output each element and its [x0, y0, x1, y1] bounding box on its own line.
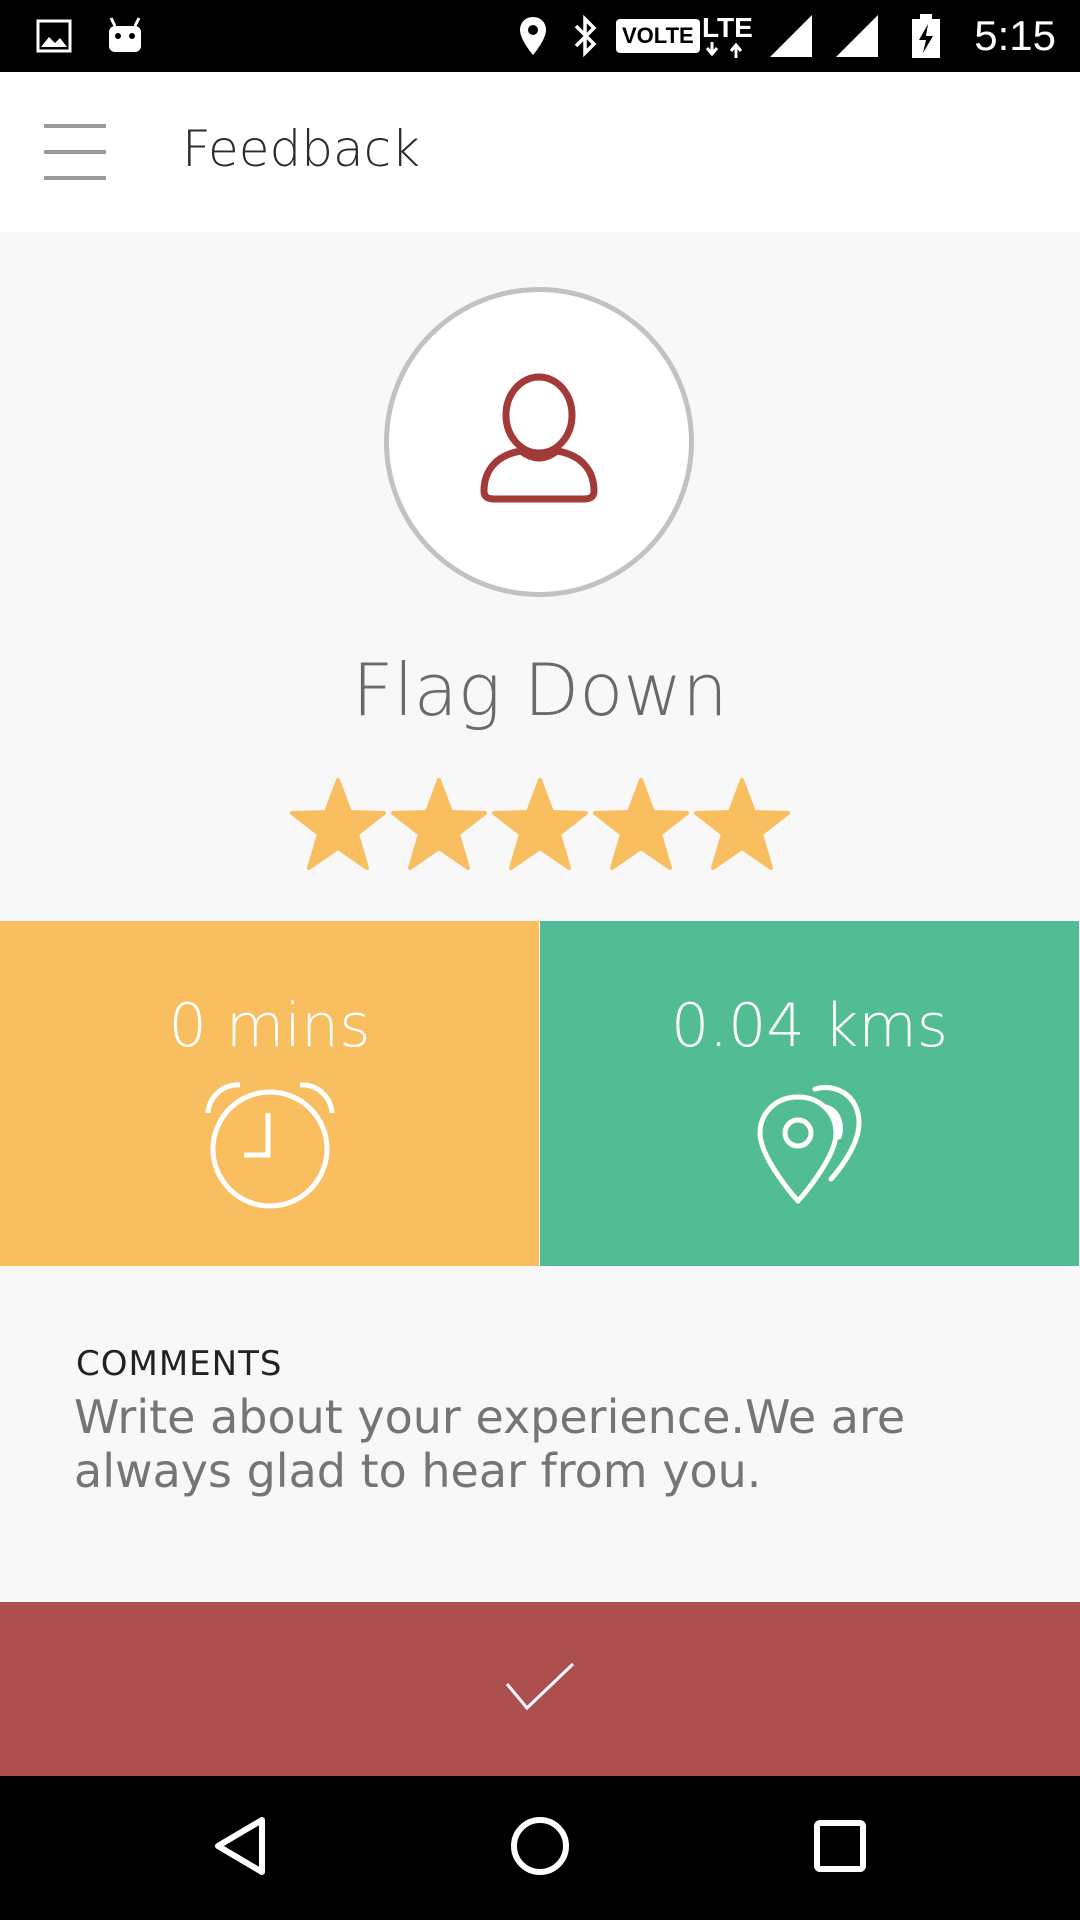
submit-button[interactable] — [0, 1602, 1080, 1776]
menu-icon[interactable] — [44, 124, 106, 180]
comments-input[interactable] — [74, 1390, 1014, 1510]
alarm-clock-icon — [200, 1079, 340, 1213]
star-icon[interactable] — [591, 776, 691, 876]
driver-name: Flag Down — [352, 648, 728, 732]
bluetooth-icon — [572, 0, 600, 72]
back-button[interactable] — [180, 1776, 300, 1920]
signal-icon — [834, 0, 880, 72]
status-bar: VOLTE LTE 5:15 — [0, 0, 1080, 72]
checkmark-icon — [505, 1662, 575, 1716]
trip-distance-value: 0.04 kms — [670, 991, 949, 1061]
android-icon — [106, 0, 144, 72]
battery-charging-icon — [910, 0, 942, 72]
recents-button[interactable] — [780, 1776, 900, 1920]
volte-badge: VOLTE — [616, 19, 700, 53]
app-bar: Feedback — [0, 72, 1080, 232]
signal-icon — [768, 0, 814, 72]
comments-label: COMMENTS — [76, 1344, 283, 1384]
page-title: Feedback — [182, 120, 421, 178]
person-icon — [464, 365, 614, 519]
volte-icon: VOLTE — [616, 0, 700, 72]
back-icon — [212, 1816, 268, 1880]
home-button[interactable] — [480, 1776, 600, 1920]
avatar — [384, 287, 694, 597]
star-icon[interactable] — [692, 776, 792, 876]
recents-icon — [814, 1820, 866, 1876]
star-icon[interactable] — [288, 776, 388, 876]
lte-label: LTE — [702, 12, 753, 43]
location-pins-icon — [755, 1079, 865, 1213]
navigation-bar — [0, 1776, 1080, 1920]
home-icon — [510, 1816, 570, 1880]
star-icon[interactable] — [490, 776, 590, 876]
star-icon[interactable] — [389, 776, 489, 876]
trip-time-value: 0 mins — [168, 991, 371, 1061]
status-time: 5:15 — [974, 12, 1056, 59]
lte-icon: LTE — [702, 0, 753, 72]
gallery-icon — [36, 0, 72, 72]
location-icon — [518, 0, 548, 72]
trip-distance-tile: 0.04 kms — [540, 921, 1079, 1266]
star-rating[interactable] — [288, 776, 792, 880]
trip-time-tile: 0 mins — [0, 921, 539, 1266]
